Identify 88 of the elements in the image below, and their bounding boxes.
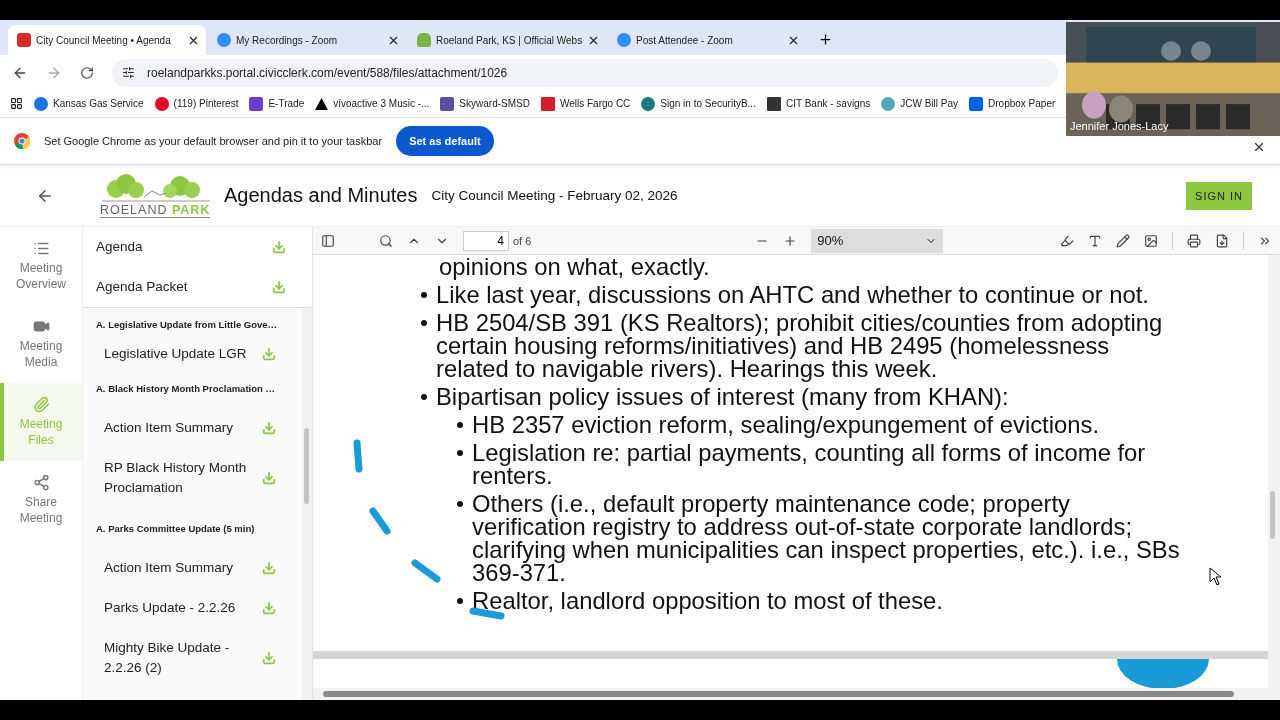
close-button[interactable]: [1252, 140, 1266, 154]
text-icon[interactable]: [1088, 233, 1102, 248]
bullet-icon: [421, 394, 427, 400]
set-default-button[interactable]: Set as default: [396, 126, 494, 156]
file-item[interactable]: Action Item Summary: [83, 548, 302, 588]
bookmark[interactable]: E-Trade: [249, 96, 305, 111]
zoom-select[interactable]: 90%: [811, 228, 944, 253]
page-title: Agendas and Minutes: [224, 184, 418, 207]
browser-tab[interactable]: My Recordings - Zoom: [208, 25, 406, 55]
file-item[interactable]: RP Black History Month Proclamation: [83, 448, 302, 508]
bookmark[interactable]: (119) Pinterest: [154, 96, 239, 111]
list-icon: [32, 240, 50, 257]
banner-message: Set Google Chrome as your default browser and pin it to your taskbar: [44, 135, 383, 147]
share-icon: [32, 474, 50, 491]
highlighter-icon[interactable]: [1060, 233, 1074, 248]
bookmark-icon: [881, 96, 896, 111]
bookmark-icon: [440, 96, 455, 111]
bullet-icon: [457, 598, 463, 604]
file-item[interactable]: Agenda: [83, 227, 312, 267]
browser-tab[interactable]: Post Attendee - Zoom: [608, 25, 806, 55]
new-tab-icon[interactable]: [818, 32, 833, 47]
sidebar-toggle-icon[interactable]: [321, 233, 335, 248]
document-text: opinions on what, exactly.: [439, 255, 711, 278]
document-text: Legislation re: partial payments, counting all forms of income for renters.: [472, 441, 1147, 487]
save-icon[interactable]: [1215, 233, 1229, 248]
page-count: of 6: [513, 234, 532, 247]
bookmark[interactable]: Skyward-SMSD: [440, 96, 530, 111]
bookmark-icon: [249, 96, 264, 111]
file-item[interactable]: Agenda Packet: [83, 267, 312, 307]
logo-text: ROELAND PARK: [100, 203, 211, 218]
bullet-icon: [457, 501, 463, 507]
meeting-title: City Council Meeting - February 02, 2026: [431, 188, 678, 203]
bookmark-icon: [766, 96, 781, 111]
chrome-icon: [14, 133, 30, 149]
section-heading: A. Legislative Update from Little Gove…: [95, 317, 279, 332]
document-text: Realtor, landlord opposition to most of these.: [472, 589, 943, 612]
file-item[interactable]: Parks Update - 2.2.26: [83, 588, 302, 628]
bookmark[interactable]: Dropbox Paper: [969, 96, 1056, 111]
bookmark-icon: [154, 96, 169, 111]
document-text: Like last year, discussions on AHTC and whether to continue or not.: [436, 283, 1149, 306]
horizontal-scrollbar[interactable]: [313, 688, 1268, 700]
document-text: Bipartisan policy issues of interest (many from KHAN):: [436, 385, 1009, 408]
reload-icon[interactable]: [80, 65, 94, 80]
bookmark[interactable]: Sign in to SecurityB...: [641, 96, 756, 111]
bullet-icon: [421, 320, 427, 326]
bookmark-icon: [641, 96, 656, 111]
paperclip-icon: [32, 396, 50, 413]
bullet-icon: [421, 292, 427, 298]
scrollbar[interactable]: [302, 308, 312, 700]
url-text: roelandparkks.portal.civicclerk.com/event/588/files/attachment/1026: [147, 65, 508, 80]
bookmark-icon: [34, 96, 48, 111]
site-settings-icon[interactable]: [122, 66, 135, 79]
bookmark[interactable]: Kansas Gas Service: [34, 96, 144, 111]
print-icon[interactable]: [1187, 233, 1201, 248]
bullet-icon: [457, 422, 463, 428]
triangle-icon: [315, 97, 329, 110]
vertical-scrollbar[interactable]: [1268, 255, 1280, 700]
zoom-in-icon[interactable]: [783, 233, 798, 248]
page-number-field[interactable]: 4: [463, 230, 509, 251]
bookmark[interactable]: vívoactive 3 Music -...: [315, 97, 430, 110]
file-item[interactable]: Action Item Summary: [83, 408, 302, 448]
section-heading: A. Parks Committee Update (5 min): [95, 521, 256, 536]
pencil-icon[interactable]: [1116, 233, 1130, 248]
browser-tab[interactable]: City Council Meeting • Agenda: [8, 25, 206, 55]
address-bar[interactable]: roelandparkks.portal.civicclerk.com/event/588/files/attachment/1026: [112, 58, 1058, 87]
apps-icon[interactable]: [10, 97, 23, 110]
participant-name: Jennifer Jones-Lacy: [1070, 120, 1169, 132]
section-heading: A. Black History Month Proclamation …: [95, 381, 276, 396]
bookmark-icon: [969, 96, 984, 111]
favicon-icon: [417, 33, 431, 47]
bookmark[interactable]: JCW Bill Pay: [881, 96, 959, 111]
favicon-icon: [17, 33, 31, 47]
bookmark-icon: [540, 96, 555, 111]
favicon-icon: [217, 33, 231, 47]
file-item[interactable]: Legislative Update LGR: [83, 340, 302, 368]
file-item[interactable]: Mighty Bike Update - 2.2.26 (2): [83, 628, 302, 688]
sign-in-button[interactable]: SIGN IN: [1186, 181, 1252, 210]
bookmark[interactable]: CIT Bank - savigns: [766, 96, 871, 111]
document-text: HB 2504/SB 391 (KS Realtors); prohibit cities/counties from adopting certain housing reforms/initiatives) and HB 2495 (homelessness related to navigable rivers). Hearings this week.: [436, 311, 1164, 380]
cursor-icon: [1209, 567, 1223, 587]
favicon-icon: [617, 33, 631, 47]
search-icon[interactable]: [379, 233, 393, 248]
document-text: Others (i.e., default property maintenance code; property verification registry to address out-of-state corporate landlords; clarifying when municipalities can inspect properties, etc.). i.e., SBs 369-371.: [472, 492, 1181, 584]
image-icon[interactable]: [1144, 233, 1158, 248]
browser-tab[interactable]: Roeland Park, KS | Official Webs: [408, 25, 606, 55]
bookmark[interactable]: Wells Fargo CC: [540, 96, 631, 111]
document-text: HB 2357 eviction reform, sealing/expungement of evictions.: [472, 413, 1099, 436]
bullet-icon: [457, 450, 463, 456]
